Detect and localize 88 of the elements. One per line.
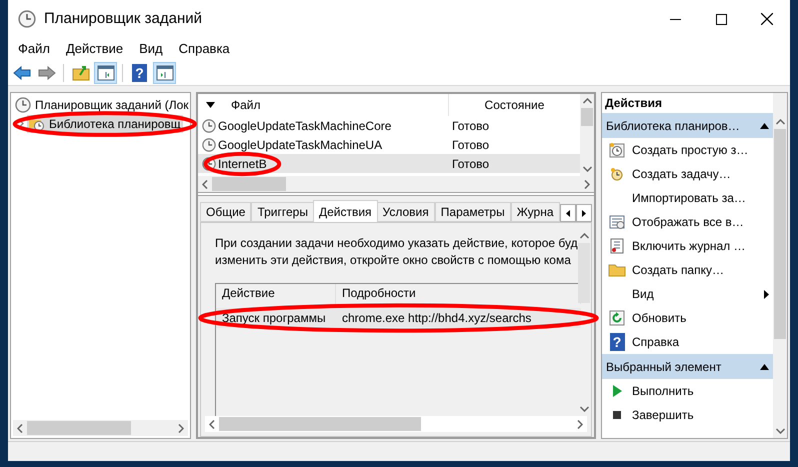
close-icon bbox=[761, 13, 773, 25]
arrow-right-icon bbox=[38, 66, 56, 80]
help-icon: ? bbox=[610, 333, 624, 351]
collapse-icon[interactable] bbox=[760, 364, 769, 370]
clock-icon bbox=[15, 96, 31, 112]
scroll-left-icon[interactable] bbox=[209, 420, 215, 428]
task-row[interactable]: GoogleUpdateTaskMachineCore Готово bbox=[198, 116, 580, 135]
action-item[interactable]: Создать простую з… bbox=[602, 138, 773, 162]
tab[interactable]: Общие bbox=[200, 202, 252, 222]
scroll-right-icon[interactable] bbox=[584, 180, 590, 188]
collapse-icon[interactable] bbox=[760, 122, 769, 128]
task-status: Готово bbox=[452, 156, 490, 170]
pane-button[interactable] bbox=[94, 62, 117, 84]
maximize-icon bbox=[716, 14, 726, 24]
task-row[interactable]: GoogleUpdateTaskMachineUA Готово bbox=[198, 135, 580, 154]
menu-item[interactable]: Действие bbox=[58, 37, 132, 61]
scrollbar-thumb[interactable] bbox=[578, 243, 590, 303]
task-name: GoogleUpdateTaskMachineCore bbox=[218, 118, 392, 134]
tab[interactable]: Журна bbox=[510, 202, 560, 222]
scroll-right-icon[interactable] bbox=[577, 420, 583, 428]
sort-icon[interactable] bbox=[206, 102, 215, 108]
action-item[interactable]: Выполнить bbox=[602, 379, 773, 403]
pane-icon bbox=[156, 64, 174, 80]
scroll-down-icon[interactable] bbox=[776, 428, 784, 434]
table-cell: Запуск программы bbox=[222, 311, 326, 325]
menu-item[interactable]: Вид bbox=[131, 37, 171, 61]
clock-icon bbox=[202, 138, 216, 152]
menu-item[interactable]: Файл bbox=[10, 37, 58, 61]
clock-icon bbox=[609, 166, 625, 182]
column-header[interactable]: Файл bbox=[198, 94, 448, 116]
scrollbar-thumb[interactable] bbox=[212, 177, 286, 191]
scrollbar-thumb[interactable] bbox=[27, 421, 131, 435]
tab-scroll-right-button[interactable] bbox=[576, 204, 592, 222]
triangle-right-icon bbox=[582, 210, 586, 216]
task-status: Готово bbox=[452, 118, 490, 132]
group-header[interactable]: Библиотека планиров… bbox=[602, 113, 773, 138]
action-item[interactable]: Вид bbox=[602, 282, 773, 306]
tab[interactable]: Параметры bbox=[434, 202, 511, 222]
task-name: GoogleUpdateTaskMachineUA bbox=[218, 136, 382, 154]
scroll-left-icon[interactable] bbox=[17, 424, 23, 432]
scroll-right-icon[interactable] bbox=[178, 424, 184, 432]
play-icon bbox=[611, 384, 623, 398]
action-item[interactable]: Включить журнал … bbox=[602, 234, 773, 258]
tab[interactable]: Триггеры bbox=[251, 202, 314, 222]
tab-scroll-left-button[interactable] bbox=[560, 204, 576, 222]
pane-title: Действия bbox=[604, 95, 664, 112]
action-item[interactable]: ? Справка bbox=[602, 330, 773, 354]
arrow-left-icon bbox=[12, 66, 30, 80]
triangle-left-icon bbox=[566, 210, 570, 216]
tab[interactable]: Действия bbox=[312, 200, 378, 222]
group-header[interactable]: Выбранный элемент bbox=[602, 354, 773, 379]
scroll-down-icon[interactable] bbox=[580, 406, 588, 412]
description-text: При создании задачи необходимо указать действие, которое буд изменить эти действия, откройте окно свойств с помощью кома bbox=[215, 235, 577, 269]
scroll-left-icon[interactable] bbox=[202, 180, 208, 188]
action-item[interactable]: Обновить bbox=[602, 306, 773, 330]
tab[interactable]: Условия bbox=[376, 202, 435, 222]
scroll-down-icon[interactable] bbox=[582, 166, 592, 172]
task-status: Готово bbox=[452, 138, 490, 152]
window-title: Планировщик заданий bbox=[44, 8, 202, 29]
log-icon bbox=[609, 238, 625, 254]
action-item[interactable]: Отображать все в… bbox=[602, 210, 773, 234]
action-item[interactable]: Создать задачу… bbox=[602, 162, 773, 186]
action-item[interactable]: Импортировать за… bbox=[602, 186, 773, 210]
scrollbar-thumb[interactable] bbox=[219, 417, 421, 431]
calendar-icon bbox=[609, 214, 625, 230]
scrollbar-thumb[interactable] bbox=[774, 129, 786, 339]
menu-item[interactable]: Справка bbox=[170, 37, 238, 61]
folder-icon bbox=[72, 64, 90, 80]
clock-icon bbox=[202, 118, 216, 132]
action-item[interactable]: Завершить bbox=[602, 403, 773, 427]
action-item[interactable]: Создать папку… bbox=[602, 258, 773, 282]
scrollbar-thumb[interactable] bbox=[581, 108, 593, 126]
stop-icon bbox=[611, 409, 623, 421]
minimize-icon bbox=[670, 18, 680, 20]
scroll-up-icon[interactable] bbox=[580, 233, 588, 239]
task-name: InternetB bbox=[218, 156, 267, 170]
refresh-icon bbox=[609, 310, 625, 326]
table-cell: chrome.exe http://bhd4.xyz/searchs bbox=[342, 311, 532, 325]
clock-icon bbox=[18, 10, 36, 28]
pane-icon bbox=[96, 64, 114, 80]
submenu-arrow-icon bbox=[764, 290, 769, 298]
pane-button[interactable] bbox=[153, 62, 176, 84]
column-header[interactable]: Действие bbox=[216, 284, 336, 304]
tree-item[interactable]: Планировщик заданий (Лок bbox=[13, 96, 191, 114]
scroll-up-icon[interactable] bbox=[776, 119, 784, 125]
clock-icon bbox=[609, 142, 625, 158]
scroll-up-icon[interactable] bbox=[582, 98, 592, 104]
folder-icon bbox=[608, 263, 626, 277]
